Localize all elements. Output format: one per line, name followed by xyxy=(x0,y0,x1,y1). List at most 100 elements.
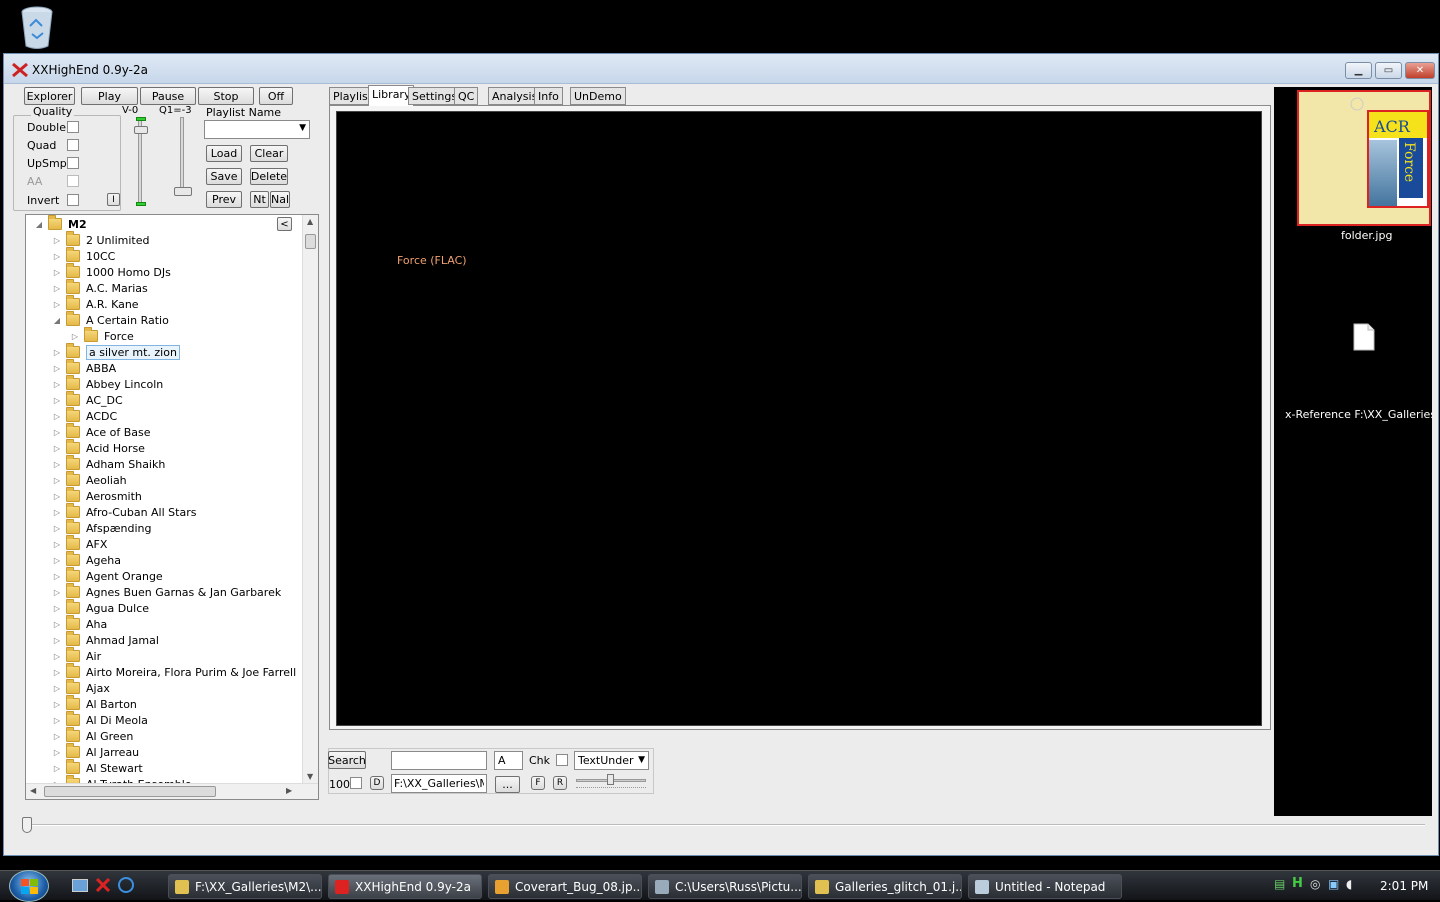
maximize-button[interactable]: ▭ xyxy=(1375,62,1402,79)
quad-checkbox[interactable] xyxy=(67,139,79,151)
taskbar-item[interactable]: Galleries_glitch_01.j... xyxy=(808,874,962,899)
prev-button[interactable]: Prev xyxy=(206,191,242,208)
tree-item[interactable]: ▷ Force xyxy=(70,327,134,344)
count-checkbox[interactable] xyxy=(350,777,362,789)
collapsed-triangle-icon[interactable]: ▷ xyxy=(52,364,62,373)
tree-item[interactable]: ▷ Al Stewart xyxy=(52,759,143,776)
collapsed-triangle-icon[interactable]: ▷ xyxy=(52,524,62,533)
tree-item[interactable]: ▷ A.R. Kane xyxy=(52,295,139,312)
tree-item[interactable]: ▷ Ace of Base xyxy=(52,423,151,440)
tree-item[interactable]: ▷ Al Di Meola xyxy=(52,711,148,728)
library-viewer[interactable]: Force (FLAC) xyxy=(336,111,1262,726)
collapsed-triangle-icon[interactable]: ▷ xyxy=(52,460,62,469)
tree-item[interactable]: ▷ Ajax xyxy=(52,679,110,696)
title-bar[interactable]: XXHighEnd 0.9y-2a ▁ ▭ ✕ xyxy=(4,54,1438,84)
collapsed-triangle-icon[interactable]: ▷ xyxy=(52,236,62,245)
tree-item[interactable]: ▷ Ahmad Jamal xyxy=(52,631,159,648)
save-button[interactable]: Save xyxy=(206,168,242,185)
show-desktop-icon[interactable] xyxy=(72,879,88,892)
collapse-tree-button[interactable]: < xyxy=(277,217,292,231)
network-icon[interactable]: ▤ xyxy=(1274,877,1285,891)
start-button[interactable] xyxy=(9,870,49,902)
upsmp-checkbox[interactable] xyxy=(67,157,79,169)
clear-button[interactable]: Clear xyxy=(250,145,288,162)
scroll-up-icon[interactable]: ▲ xyxy=(307,217,313,226)
tree-item[interactable]: ▷ a silver mt. zion xyxy=(52,343,180,360)
explorer-button[interactable]: Explorer xyxy=(24,87,75,105)
collapsed-triangle-icon[interactable]: ▷ xyxy=(52,700,62,709)
tree-item[interactable]: ▷ Agent Orange xyxy=(52,567,163,584)
nt-button[interactable]: Nt xyxy=(250,191,269,208)
tray-h-icon[interactable]: H xyxy=(1292,876,1303,891)
tray-disc-icon[interactable]: ◎ xyxy=(1310,877,1320,891)
tree-vscroll-thumb[interactable] xyxy=(305,234,316,249)
q1-slider-track[interactable] xyxy=(180,117,184,192)
r-button[interactable]: R xyxy=(553,776,567,790)
q1-slider-thumb[interactable] xyxy=(174,187,192,196)
tree-item[interactable]: ▷ Al Jarreau xyxy=(52,743,139,760)
stop-button[interactable]: Stop xyxy=(198,87,254,105)
search-input[interactable] xyxy=(391,751,487,770)
collapsed-triangle-icon[interactable]: ▷ xyxy=(52,668,62,677)
tab-info[interactable]: Info xyxy=(534,87,563,105)
f-button[interactable]: F xyxy=(531,776,545,790)
tree-item[interactable]: ▷ Air xyxy=(52,647,101,664)
tree-item[interactable]: ▷ Abbey Lincoln xyxy=(52,375,163,392)
clock[interactable]: 2:01 PM xyxy=(1380,879,1428,893)
cover-art-image[interactable]: ACR Force xyxy=(1297,90,1431,226)
tree-item[interactable]: ▷ AC_DC xyxy=(52,391,123,408)
recycle-bin-icon[interactable] xyxy=(18,4,56,50)
delete-button[interactable]: Delete xyxy=(250,168,288,185)
tree-item[interactable]: ▷ Aerosmith xyxy=(52,487,142,504)
volume-icon[interactable]: ◖ xyxy=(1346,877,1352,891)
collapsed-triangle-icon[interactable]: ▷ xyxy=(52,284,62,293)
collapsed-triangle-icon[interactable]: ▷ xyxy=(52,556,62,565)
collapsed-triangle-icon[interactable]: ▷ xyxy=(52,508,62,517)
xxhighend-quicklaunch-icon[interactable] xyxy=(96,878,110,892)
expanded-triangle-icon[interactable]: ◢ xyxy=(52,316,62,325)
collapsed-triangle-icon[interactable]: ▷ xyxy=(52,732,62,741)
collapsed-triangle-icon[interactable]: ▷ xyxy=(52,396,62,405)
position-slider-track[interactable] xyxy=(24,824,1425,826)
collapsed-triangle-icon[interactable]: ▷ xyxy=(52,684,62,693)
collapsed-triangle-icon[interactable]: ▷ xyxy=(52,412,62,421)
collapsed-triangle-icon[interactable]: ▷ xyxy=(52,348,62,357)
double-checkbox[interactable] xyxy=(67,121,79,133)
tree-item[interactable]: ▷ Agua Dulce xyxy=(52,599,149,616)
tree-item[interactable]: ▷ Afro-Cuban All Stars xyxy=(52,503,196,520)
pause-button[interactable]: Pause xyxy=(140,87,196,105)
folder-tree[interactable]: ◢ M2 ▷ 2 Unlimited ▷ 10CC ▷ 1000 Homo DJs ▷ A.C. … xyxy=(25,214,319,800)
collapsed-triangle-icon[interactable]: ▷ xyxy=(52,572,62,581)
collapsed-triangle-icon[interactable]: ▷ xyxy=(52,716,62,725)
position-slider-thumb[interactable] xyxy=(22,817,32,833)
collapsed-triangle-icon[interactable]: ▷ xyxy=(52,540,62,549)
collapsed-triangle-icon[interactable]: ▷ xyxy=(52,444,62,453)
tab-qc[interactable]: QC xyxy=(454,87,479,105)
collapsed-triangle-icon[interactable]: ▷ xyxy=(52,252,62,261)
tree-item[interactable]: ▷ Afspænding xyxy=(52,519,151,536)
tree-item[interactable]: ▷ Acid Horse xyxy=(52,439,145,456)
tree-item[interactable]: ▷ 2 Unlimited xyxy=(52,231,149,248)
file-icon[interactable] xyxy=(1353,323,1375,351)
tree-item[interactable]: ◢ A Certain Ratio xyxy=(52,311,169,328)
album-label[interactable]: Force (FLAC) xyxy=(397,254,467,267)
tree-vertical-scrollbar[interactable]: ▲ ▼ xyxy=(302,215,318,799)
tree-item[interactable]: ▷ Adham Shaikh xyxy=(52,455,165,472)
tree-item[interactable]: ▷ ACDC xyxy=(52,407,117,424)
scroll-right-icon[interactable]: ▶ xyxy=(286,786,292,795)
tree-item[interactable]: ▷ Aha xyxy=(52,615,107,632)
aa-checkbox[interactable] xyxy=(67,175,79,187)
collapsed-triangle-icon[interactable]: ▷ xyxy=(52,300,62,309)
tree-item[interactable]: ▷ Al Barton xyxy=(52,695,137,712)
collapsed-triangle-icon[interactable]: ▷ xyxy=(52,764,62,773)
tree-item[interactable]: ▷ A.C. Marias xyxy=(52,279,148,296)
taskbar-item[interactable]: Coverart_Bug_08.jp... xyxy=(488,874,642,899)
tree-item[interactable]: ▷ Agnes Buen Garnas & Jan Garbarek xyxy=(52,583,281,600)
letter-input[interactable]: A xyxy=(494,751,523,770)
collapsed-triangle-icon[interactable]: ▷ xyxy=(52,604,62,613)
taskbar-item[interactable]: XXHighEnd 0.9y-2a xyxy=(328,874,482,899)
internet-explorer-icon[interactable] xyxy=(118,877,134,893)
taskbar-item[interactable]: C:\Users\Russ\Pictu... xyxy=(648,874,802,899)
tree-horizontal-scrollbar[interactable]: ◀ ▶ xyxy=(26,783,318,799)
off-button[interactable]: Off xyxy=(259,87,293,105)
